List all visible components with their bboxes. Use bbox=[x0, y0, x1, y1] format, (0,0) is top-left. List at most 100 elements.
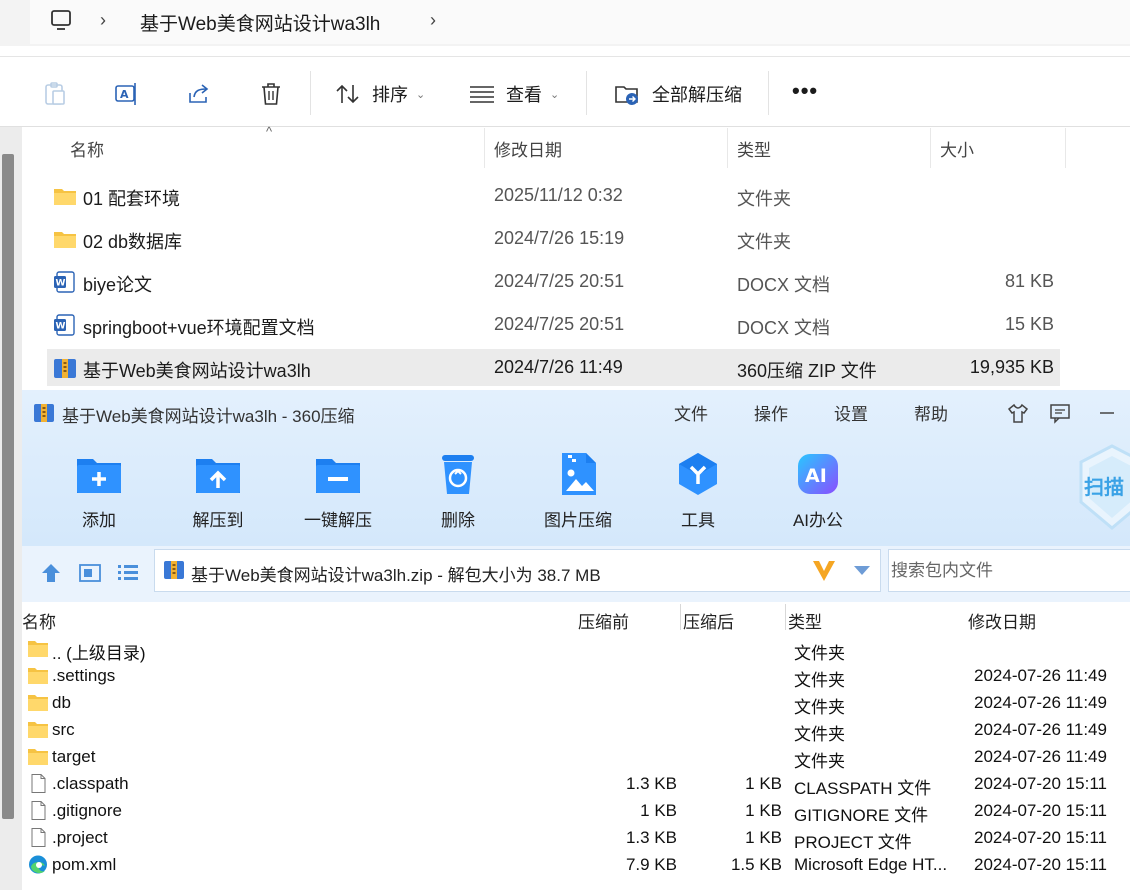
up-arrow-icon[interactable] bbox=[39, 561, 63, 585]
scan-shield-icon[interactable]: 扫描 bbox=[1077, 442, 1130, 532]
column-header-name[interactable]: 名称 bbox=[70, 128, 104, 168]
folder-icon bbox=[28, 641, 48, 657]
extract-to-label: 解压到 bbox=[192, 511, 244, 530]
zip-item-name: .project bbox=[52, 828, 108, 847]
list-view-icon[interactable] bbox=[116, 561, 140, 585]
share-icon[interactable] bbox=[186, 81, 212, 107]
rename-icon[interactable]: A bbox=[114, 81, 140, 107]
one-click-extract-icon bbox=[316, 459, 360, 493]
zip-archive-icon bbox=[54, 359, 76, 378]
file-row[interactable]: W biye论文 2024/7/25 20:51 DOCX 文档 81 KB bbox=[47, 263, 1060, 300]
scrollbar-track[interactable] bbox=[0, 127, 22, 890]
zip-row[interactable]: db 文件夹 2024-07-26 11:49 bbox=[22, 689, 1130, 717]
file-row[interactable]: W springboot+vue环境配置文档 2024/7/25 20:51 D… bbox=[47, 306, 1060, 343]
column-separator[interactable] bbox=[785, 604, 786, 630]
menu-operations[interactable]: 操作 bbox=[754, 400, 788, 425]
thumbnail-view-icon[interactable] bbox=[78, 561, 102, 585]
extract-folder-icon bbox=[615, 86, 638, 105]
zip-row[interactable]: target 文件夹 2024-07-26 11:49 bbox=[22, 743, 1130, 771]
file-icon bbox=[31, 801, 46, 820]
zip-item-name: db bbox=[52, 693, 71, 712]
file-row[interactable]: 02 db数据库 2024/7/26 15:19 文件夹 bbox=[47, 220, 1060, 257]
word-doc-icon: W bbox=[54, 314, 75, 336]
zip-item-after: 1 KB bbox=[745, 801, 782, 820]
menu-help[interactable]: 帮助 bbox=[914, 400, 948, 425]
column-header-size[interactable]: 大小 bbox=[940, 128, 974, 168]
image-compress-icon bbox=[562, 453, 596, 495]
feedback-icon[interactable] bbox=[1049, 402, 1071, 424]
dropdown-arrow-icon[interactable] bbox=[853, 565, 871, 577]
column-separator[interactable] bbox=[484, 128, 485, 168]
zip-column-type[interactable]: 类型 bbox=[788, 608, 822, 633]
chevron-right-icon[interactable]: › bbox=[100, 10, 114, 30]
ai-office-icon: AI bbox=[798, 454, 838, 494]
zip-row[interactable]: pom.xml 7.9 KB 1.5 KB Microsoft Edge HT.… bbox=[22, 851, 1130, 878]
toolbar-divider bbox=[310, 71, 311, 115]
ai-office-button[interactable]: AI AI办公 bbox=[768, 450, 868, 531]
delete-button[interactable]: 删除 bbox=[408, 450, 508, 531]
this-pc-icon[interactable] bbox=[50, 9, 72, 31]
folder-icon bbox=[28, 668, 48, 684]
file-modified: 2024/7/25 20:51 bbox=[494, 314, 625, 334]
zip-archive-icon bbox=[164, 561, 184, 579]
sort-button[interactable]: 排序 ⌄ bbox=[336, 79, 425, 109]
chevron-right-icon[interactable]: › bbox=[430, 10, 444, 30]
search-input-box[interactable] bbox=[888, 549, 1130, 592]
zip-column-before[interactable]: 压缩前 bbox=[578, 608, 629, 633]
zip-column-modified[interactable]: 修改日期 bbox=[968, 608, 1036, 633]
tools-button[interactable]: 工具 bbox=[648, 450, 748, 531]
file-row[interactable]: 01 配套环境 2025/11/12 0:32 文件夹 bbox=[47, 177, 1060, 214]
zip-row[interactable]: .gitignore 1 KB 1 KB GITIGNORE 文件 2024-0… bbox=[22, 797, 1130, 825]
zip-header: 基于Web美食网站设计wa3lh - 360压缩 文件 操作 设置 帮助 添加 … bbox=[22, 390, 1130, 546]
view-lines-icon bbox=[470, 86, 494, 103]
zip-row[interactable]: .settings 文件夹 2024-07-26 11:49 bbox=[22, 662, 1130, 690]
tools-label: 工具 bbox=[681, 511, 715, 530]
zip-column-after[interactable]: 压缩后 bbox=[683, 608, 734, 633]
column-separator[interactable] bbox=[930, 128, 931, 168]
zip-row[interactable]: .project 1.3 KB 1 KB PROJECT 文件 2024-07-… bbox=[22, 824, 1130, 852]
search-input[interactable] bbox=[889, 550, 1130, 591]
more-options-icon[interactable]: ••• bbox=[792, 78, 818, 104]
zip-row[interactable]: .classpath 1.3 KB 1 KB CLASSPATH 文件 2024… bbox=[22, 770, 1130, 798]
minimize-icon[interactable] bbox=[1097, 402, 1119, 424]
zip-row[interactable]: src 文件夹 2024-07-26 11:49 bbox=[22, 716, 1130, 744]
zip-item-type: 文件夹 bbox=[794, 725, 845, 744]
column-separator[interactable] bbox=[1065, 128, 1066, 168]
v-logo-icon[interactable] bbox=[811, 559, 837, 583]
menu-file[interactable]: 文件 bbox=[674, 400, 708, 425]
image-compress-button[interactable]: 图片压缩 bbox=[528, 450, 628, 531]
breadcrumb-folder[interactable]: 基于Web美食网站设计wa3lh bbox=[140, 9, 380, 36]
one-click-extract-button[interactable]: 一键解压 bbox=[288, 450, 388, 531]
zip-item-type: 文件夹 bbox=[794, 671, 845, 690]
word-doc-icon: W bbox=[54, 271, 75, 293]
zip-row[interactable]: .. (上级目录) 文件夹 bbox=[22, 635, 1130, 663]
view-label: 查看 bbox=[506, 85, 542, 105]
chevron-down-icon: ⌄ bbox=[550, 88, 560, 101]
zip-item-type: 文件夹 bbox=[794, 644, 845, 663]
column-header-modified[interactable]: 修改日期 bbox=[494, 128, 562, 168]
extract-all-button[interactable]: 全部解压缩 bbox=[614, 79, 742, 109]
zip-item-name: .settings bbox=[52, 666, 116, 685]
zip-item-modified: 2024-07-20 15:11 bbox=[974, 828, 1107, 847]
zip-column-name[interactable]: 名称 bbox=[22, 608, 56, 633]
extract-to-icon bbox=[196, 459, 240, 493]
view-button[interactable]: 查看 ⌄ bbox=[470, 79, 559, 109]
add-button[interactable]: 添加 bbox=[49, 450, 149, 531]
zip-item-name: src bbox=[52, 720, 75, 739]
column-header-type[interactable]: 类型 bbox=[737, 128, 771, 168]
column-separator[interactable] bbox=[680, 604, 681, 630]
archive-path-field[interactable]: 基于Web美食网站设计wa3lh.zip - 解包大小为 38.7 MB bbox=[154, 549, 881, 592]
toolbar-divider bbox=[768, 71, 769, 115]
svg-text:AI: AI bbox=[805, 465, 827, 487]
scrollbar-thumb[interactable] bbox=[2, 154, 14, 819]
zip-item-after: 1.5 KB bbox=[730, 855, 782, 874]
column-separator[interactable] bbox=[727, 128, 728, 168]
zip-window-title: 基于Web美食网站设计wa3lh - 360压缩 bbox=[62, 407, 355, 426]
menu-settings[interactable]: 设置 bbox=[834, 400, 868, 425]
file-row-selected[interactable]: 基于Web美食网站设计wa3lh 2024/7/26 11:49 360压缩 Z… bbox=[47, 349, 1060, 386]
file-size: 19,935 KB bbox=[969, 357, 1054, 377]
delete-icon[interactable] bbox=[258, 81, 284, 107]
extract-to-button[interactable]: 解压到 bbox=[168, 450, 268, 531]
paste-icon[interactable] bbox=[42, 81, 68, 107]
skin-shirt-icon[interactable] bbox=[1007, 402, 1029, 424]
